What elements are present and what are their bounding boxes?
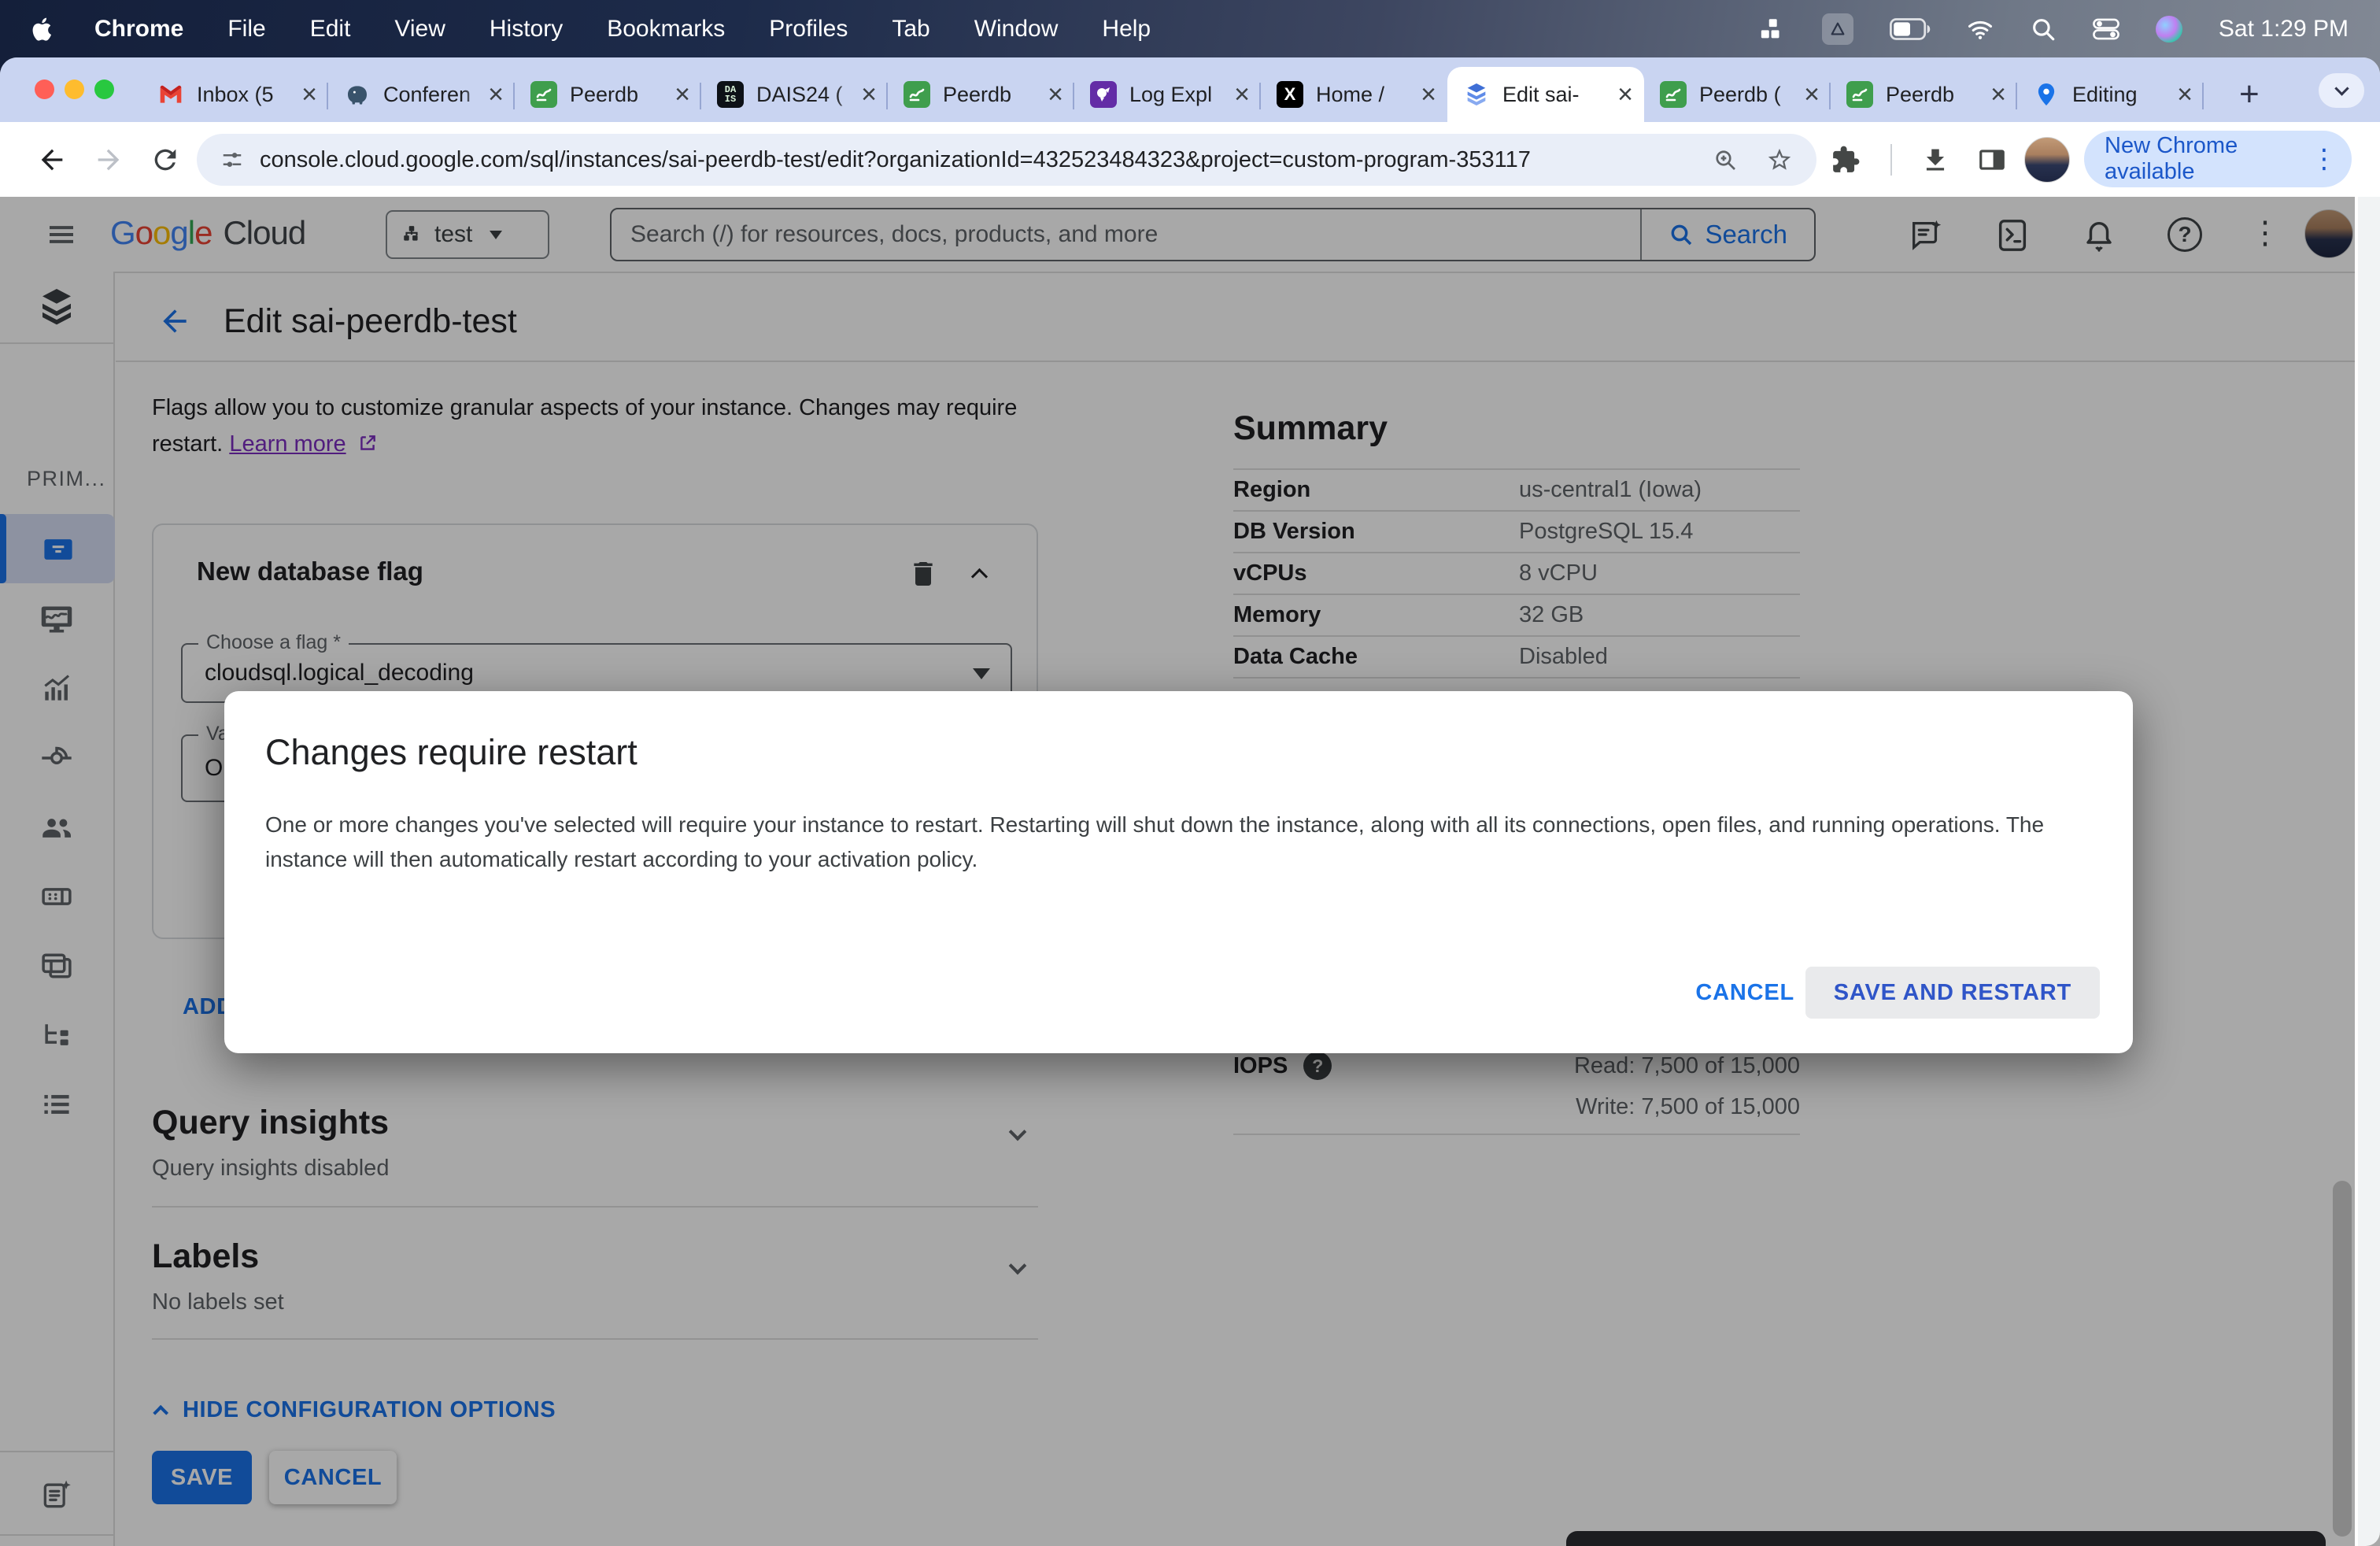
dialog-body-text: One or more changes you've selected will… bbox=[265, 812, 2045, 871]
tab-strip: Inbox (5 × Conferen × Peerdb × DA IS DAIS… bbox=[0, 57, 2380, 122]
peerdb-icon bbox=[904, 81, 930, 108]
browser-tab-conference[interactable]: Conferen × bbox=[328, 57, 515, 122]
close-icon[interactable]: × bbox=[2177, 81, 2193, 108]
url-text[interactable]: console.cloud.google.com/sql/instances/s… bbox=[260, 147, 1713, 173]
tab-search-button[interactable] bbox=[2319, 73, 2364, 108]
menu-item-history[interactable]: History bbox=[490, 16, 563, 43]
zoom-icon[interactable] bbox=[1713, 147, 1738, 172]
close-icon[interactable]: × bbox=[488, 81, 504, 108]
browser-tab-x-home[interactable]: X Home / × bbox=[1261, 57, 1447, 122]
menu-item-chrome[interactable]: Chrome bbox=[94, 16, 183, 43]
download-icon[interactable] bbox=[1920, 145, 1950, 175]
cloud-sql-icon bbox=[1463, 81, 1490, 108]
new-chrome-label: New Chrome available bbox=[2105, 133, 2238, 184]
tab-label: Home / bbox=[1316, 82, 1385, 106]
menu-item-edit[interactable]: Edit bbox=[310, 16, 351, 43]
close-icon[interactable]: × bbox=[301, 81, 317, 108]
datadog-icon bbox=[1090, 81, 1117, 108]
peerdb-icon bbox=[1660, 81, 1687, 108]
dais-icon: DA IS bbox=[717, 81, 744, 108]
dialog-cancel-button[interactable]: CANCEL bbox=[1672, 967, 1818, 1019]
browser-profile-avatar[interactable] bbox=[2024, 137, 2070, 183]
web-content: Google Cloud test Search (/) for resourc… bbox=[0, 197, 2380, 1546]
peerdb-icon bbox=[1846, 81, 1873, 108]
browser-tab-peerdb-3[interactable]: Peerdb ( × bbox=[1644, 57, 1831, 122]
battery-icon[interactable] bbox=[1889, 16, 1931, 43]
new-tab-button[interactable]: + bbox=[2239, 75, 2260, 114]
tab-label: Peerdb ( bbox=[1699, 82, 1781, 106]
tab-label: DAIS24 ( bbox=[756, 82, 843, 106]
menu-item-window[interactable]: Window bbox=[974, 16, 1059, 43]
site-settings-icon[interactable] bbox=[220, 148, 244, 172]
close-window-button[interactable] bbox=[35, 80, 54, 99]
x-icon: X bbox=[1277, 81, 1303, 108]
side-panel-icon[interactable] bbox=[1977, 145, 2007, 175]
close-icon[interactable]: × bbox=[861, 81, 877, 108]
forward-icon[interactable] bbox=[93, 144, 124, 176]
close-icon[interactable]: × bbox=[1048, 81, 1063, 108]
tab-label: Peerdb bbox=[943, 82, 1012, 106]
browser-toolbar: console.cloud.google.com/sql/instances/s… bbox=[0, 122, 2380, 197]
browser-tab-log-explorer[interactable]: Log Expl × bbox=[1074, 57, 1261, 122]
tab-label: Log Expl bbox=[1129, 82, 1213, 106]
extensions-icon[interactable] bbox=[1831, 145, 1861, 175]
apple-icon[interactable] bbox=[31, 15, 55, 43]
chevron-down-icon bbox=[2334, 80, 2349, 96]
browser-tab-peerdb-1[interactable]: Peerdb × bbox=[515, 57, 701, 122]
bookmark-star-icon[interactable] bbox=[1766, 146, 1793, 173]
wifi-icon[interactable] bbox=[1967, 16, 1994, 43]
back-icon[interactable] bbox=[36, 144, 68, 176]
address-bar[interactable]: console.cloud.google.com/sql/instances/s… bbox=[197, 134, 1816, 186]
tab-label: Edit sai- bbox=[1502, 82, 1580, 106]
close-icon[interactable]: × bbox=[1990, 81, 2006, 108]
peerdb-icon bbox=[530, 81, 557, 108]
chrome-menu-icon[interactable]: ⋮ bbox=[2311, 146, 2338, 172]
menu-item-bookmarks[interactable]: Bookmarks bbox=[607, 16, 725, 43]
tab-label: Inbox (5 bbox=[197, 82, 274, 106]
menu-item-file[interactable]: File bbox=[227, 16, 265, 43]
menu-item-help[interactable]: Help bbox=[1102, 16, 1151, 43]
close-icon[interactable]: × bbox=[674, 81, 690, 108]
gmail-icon bbox=[157, 81, 184, 108]
minimize-window-button[interactable] bbox=[65, 80, 84, 99]
tab-label: Peerdb bbox=[570, 82, 639, 106]
tab-label: Conferen bbox=[383, 82, 471, 106]
window-scrollbar-gutter[interactable] bbox=[2355, 197, 2380, 1546]
dialog-title: Changes require restart bbox=[265, 732, 638, 772]
maps-pin-icon bbox=[2033, 81, 2060, 108]
app-menu-icon[interactable] bbox=[1821, 13, 1853, 45]
menu-item-tab[interactable]: Tab bbox=[892, 16, 929, 43]
menu-item-profiles[interactable]: Profiles bbox=[769, 16, 848, 43]
dialog-save-and-restart-button[interactable]: SAVE AND RESTART bbox=[1805, 967, 2100, 1019]
maximize-window-button[interactable] bbox=[94, 80, 114, 99]
reload-icon[interactable] bbox=[150, 144, 181, 176]
siri-icon[interactable] bbox=[2155, 15, 2182, 43]
screen: Chrome File Edit View History Bookmarks … bbox=[0, 0, 2380, 1546]
close-icon[interactable]: × bbox=[1617, 81, 1633, 108]
browser-tab-editing[interactable]: Editing × bbox=[2017, 57, 2204, 122]
postgresql-icon bbox=[344, 81, 371, 108]
browser-tab-dais24[interactable]: DA IS DAIS24 ( × bbox=[701, 57, 888, 122]
changes-require-restart-dialog: Changes require restart One or more chan… bbox=[224, 691, 2133, 1053]
stats-icon[interactable] bbox=[1759, 16, 1786, 43]
spotlight-search-icon[interactable] bbox=[2030, 16, 2057, 43]
browser-tab-edit-sai-active[interactable]: Edit sai- × bbox=[1447, 67, 1644, 122]
tab-label: Peerdb bbox=[1886, 82, 1955, 106]
macos-menu-bar: Chrome File Edit View History Bookmarks … bbox=[0, 0, 2380, 57]
close-icon[interactable]: × bbox=[1421, 81, 1436, 108]
menu-item-view[interactable]: View bbox=[394, 16, 445, 43]
close-icon[interactable]: × bbox=[1234, 81, 1250, 108]
new-chrome-available-button[interactable]: New Chrome available ⋮ bbox=[2084, 131, 2352, 187]
control-center-icon[interactable] bbox=[2093, 16, 2119, 43]
close-icon[interactable]: × bbox=[1804, 81, 1820, 108]
toolbar-divider bbox=[1890, 144, 1892, 176]
browser-tab-inbox[interactable]: Inbox (5 × bbox=[142, 57, 328, 122]
menu-bar-clock[interactable]: Sat 1:29 PM bbox=[2219, 16, 2349, 43]
browser-tab-peerdb-4[interactable]: Peerdb × bbox=[1831, 57, 2017, 122]
browser-tab-peerdb-2[interactable]: Peerdb × bbox=[888, 57, 1074, 122]
browser-window: Inbox (5 × Conferen × Peerdb × DA IS DAIS… bbox=[0, 57, 2380, 1546]
tab-label: Editing bbox=[2072, 82, 2138, 106]
dock-hint-bar bbox=[1566, 1531, 2326, 1546]
